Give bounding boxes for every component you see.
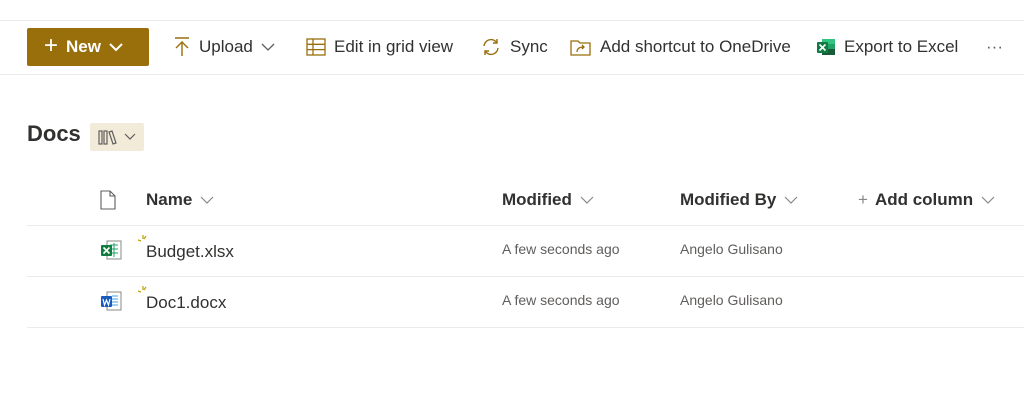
chevron-down-icon: [109, 42, 123, 52]
column-header-modified-label: Modified: [502, 190, 572, 209]
grid-icon: [306, 38, 326, 56]
edit-grid-view-button[interactable]: Edit in grid view: [306, 28, 453, 66]
column-header-modified-by-label: Modified By: [680, 190, 777, 209]
row-divider: [27, 225, 1024, 226]
chevron-down-icon: [200, 195, 214, 205]
sync-label: Sync: [510, 37, 548, 56]
add-shortcut-label: Add shortcut to OneDrive: [600, 37, 791, 56]
row-divider: [27, 276, 1024, 277]
upload-button[interactable]: Upload: [173, 28, 275, 66]
row-divider: [27, 327, 1024, 328]
column-header-modified[interactable]: Modified: [502, 190, 594, 210]
file-type-icon[interactable]: [100, 190, 116, 215]
modified-cell: A few seconds ago: [502, 292, 620, 308]
column-header-modified-by[interactable]: Modified By: [680, 190, 798, 210]
library-icon: [98, 129, 118, 145]
excel-file-icon: [100, 239, 122, 266]
page-title: Docs: [27, 121, 81, 146]
command-bar: + New Upload Edit in grid view Sync Add …: [0, 22, 1024, 74]
chevron-down-icon: [784, 195, 798, 205]
export-to-excel-button[interactable]: Export to Excel: [816, 28, 958, 66]
top-divider: [0, 20, 1024, 21]
modified-by-cell[interactable]: Angelo Gulisano: [680, 292, 783, 308]
add-column-button[interactable]: + Add column: [858, 190, 995, 210]
word-file-icon: [100, 290, 122, 317]
file-name-link[interactable]: Doc1.docx: [146, 293, 226, 313]
add-column-label: Add column: [874, 190, 974, 209]
upload-label: Upload: [199, 37, 253, 56]
more-options-label: ···: [986, 37, 1003, 56]
export-to-excel-label: Export to Excel: [844, 37, 959, 56]
sync-button[interactable]: Sync: [480, 28, 548, 66]
file-name-link[interactable]: Budget.xlsx: [146, 242, 234, 262]
add-shortcut-icon: [570, 37, 592, 57]
chevron-down-icon: [261, 42, 275, 52]
more-options-button[interactable]: ···: [986, 28, 1003, 66]
chevron-down-icon: [981, 195, 995, 205]
plus-icon: +: [858, 190, 868, 209]
modified-by-cell[interactable]: Angelo Gulisano: [680, 241, 783, 257]
plus-icon: +: [44, 31, 59, 59]
command-bar-divider: [0, 74, 1024, 75]
sync-icon: [480, 37, 502, 57]
column-header-name[interactable]: Name: [146, 190, 214, 210]
view-options-button[interactable]: [90, 123, 144, 151]
excel-icon: [816, 37, 836, 57]
chevron-down-icon: [124, 133, 136, 141]
edit-grid-view-label: Edit in grid view: [334, 37, 454, 56]
upload-icon: [173, 37, 191, 57]
add-shortcut-button[interactable]: Add shortcut to OneDrive: [570, 28, 791, 66]
column-header-name-label: Name: [146, 190, 193, 209]
modified-cell: A few seconds ago: [502, 241, 620, 257]
new-button[interactable]: + New: [27, 28, 149, 66]
new-button-label: New: [66, 37, 101, 56]
chevron-down-icon: [580, 195, 594, 205]
